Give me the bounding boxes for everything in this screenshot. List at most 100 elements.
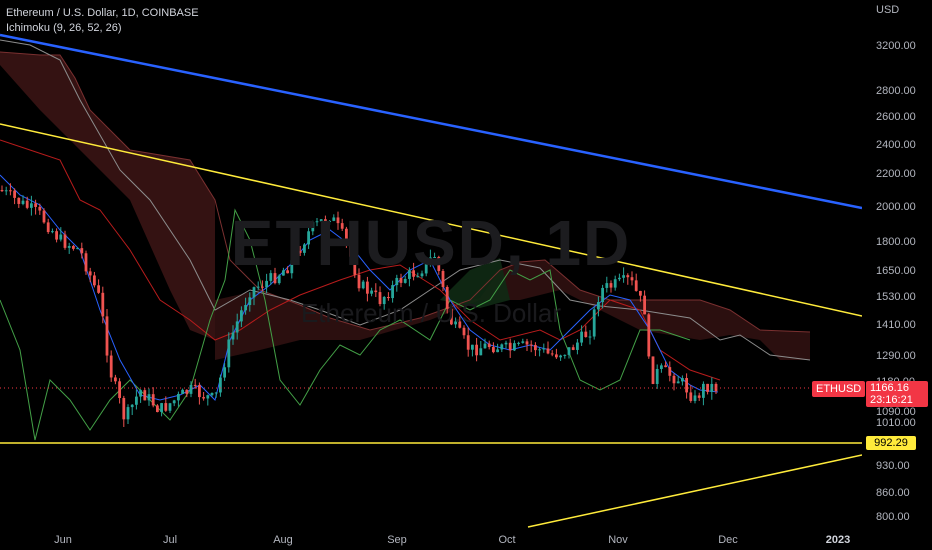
candle-body (240, 310, 243, 322)
candle-body (97, 285, 100, 293)
candle-body (42, 210, 46, 223)
time-axis[interactable]: Jun Jul Aug Sep Oct Nov Dec 2023 (0, 530, 862, 550)
candle-body (576, 342, 579, 350)
candle-body (504, 342, 508, 345)
candle-body (319, 219, 323, 222)
candle-body (618, 277, 621, 280)
candle-body (466, 335, 470, 350)
currency-label[interactable]: USD (876, 4, 899, 16)
price-tick-label: 1290.00 (876, 350, 916, 362)
candle-body (450, 308, 453, 325)
candle-body (370, 290, 373, 294)
candle-body (492, 347, 495, 353)
candle-body (298, 250, 302, 253)
candle-body (206, 395, 210, 399)
candle-body (597, 302, 600, 310)
candle-body (256, 286, 260, 288)
candle-body (424, 260, 428, 274)
chart-legend[interactable]: Ethereum / U.S. Dollar, 1D, COINBASE Ich… (6, 6, 199, 36)
candle-body (9, 190, 12, 192)
candle-body (269, 273, 273, 281)
price-tick-label: 1800.00 (876, 236, 916, 248)
symbol-title[interactable]: Ethereum / U.S. Dollar, 1D, COINBASE (6, 6, 199, 21)
candle-body (265, 280, 268, 288)
candle-body (429, 257, 432, 261)
candle-body (702, 383, 705, 398)
candle-body (227, 339, 231, 368)
price-tick-label: 860.00 (876, 487, 910, 499)
candle-body (681, 378, 684, 382)
price-tick-label: 1010.00 (876, 417, 916, 429)
candle-body (454, 321, 457, 325)
candle-body (555, 354, 558, 358)
candle-body (202, 397, 205, 399)
candle-body (164, 403, 168, 411)
price-tick-label: 2600.00 (876, 111, 916, 123)
candle-body (122, 398, 126, 420)
candle-body (311, 222, 315, 232)
price-tick-label: 2800.00 (876, 85, 916, 97)
candle-body (118, 381, 121, 399)
candle-body (315, 221, 319, 223)
candle-body (685, 378, 688, 393)
candle-body (151, 394, 155, 406)
price-axis[interactable]: 3200.00 2800.00 2600.00 2400.00 2200.00 2000.… (862, 0, 932, 530)
candle-body (307, 231, 310, 245)
candle-body (445, 286, 449, 309)
candle-body (534, 345, 537, 351)
candle-body (282, 270, 285, 276)
time-tick-label: Dec (718, 534, 738, 546)
chart-canvas[interactable] (0, 0, 862, 530)
candle-body (571, 347, 575, 350)
time-tick-label: Nov (608, 534, 628, 546)
candle-body (471, 344, 474, 350)
candle-body (88, 271, 92, 276)
candle-body (374, 290, 378, 293)
price-tick-label: 1650.00 (876, 265, 916, 277)
candle-body (378, 292, 382, 305)
candle-body (500, 344, 504, 350)
candle-body (521, 341, 525, 343)
candle-body (273, 273, 277, 284)
candle-body (513, 343, 516, 351)
candle-body (198, 385, 201, 398)
price-tick-label: 2400.00 (876, 139, 916, 151)
candle-body (84, 253, 88, 272)
candle-body (609, 283, 613, 288)
candle-body (588, 336, 592, 338)
candle-body (395, 277, 399, 286)
candle-body (357, 274, 361, 289)
chart-plot-area[interactable] (0, 0, 862, 530)
candle-body (605, 283, 609, 288)
candle-body (550, 353, 554, 355)
candle-body (693, 395, 697, 401)
candle-body (462, 327, 466, 336)
price-tick-label: 1530.00 (876, 291, 916, 303)
candle-body (399, 277, 403, 283)
candle-body (437, 256, 441, 271)
price-tick-label: 1410.00 (876, 319, 916, 331)
candle-body (479, 348, 483, 356)
candle-body (676, 381, 680, 384)
candle-body (433, 256, 436, 258)
candle-body (286, 270, 289, 274)
candle-body (244, 305, 247, 311)
candle-body (177, 393, 180, 401)
yellow-support-trendline (527, 454, 862, 528)
candle-body (135, 396, 138, 405)
candle-body (189, 384, 193, 394)
price-tick-label: 2200.00 (876, 168, 916, 180)
candle-body (76, 248, 79, 250)
candle-body (324, 219, 327, 222)
candle-body (235, 321, 239, 333)
candle-body (114, 377, 117, 382)
candle-body (580, 331, 583, 343)
indicator-title[interactable]: Ichimoku (9, 26, 52, 26) (6, 21, 199, 36)
candle-body (420, 273, 424, 277)
candle-body (592, 309, 596, 337)
candle-body (294, 250, 298, 261)
candle-body (126, 407, 130, 420)
candle-body (647, 314, 651, 357)
candle-body (181, 389, 184, 394)
senkou-span-b (0, 51, 811, 333)
